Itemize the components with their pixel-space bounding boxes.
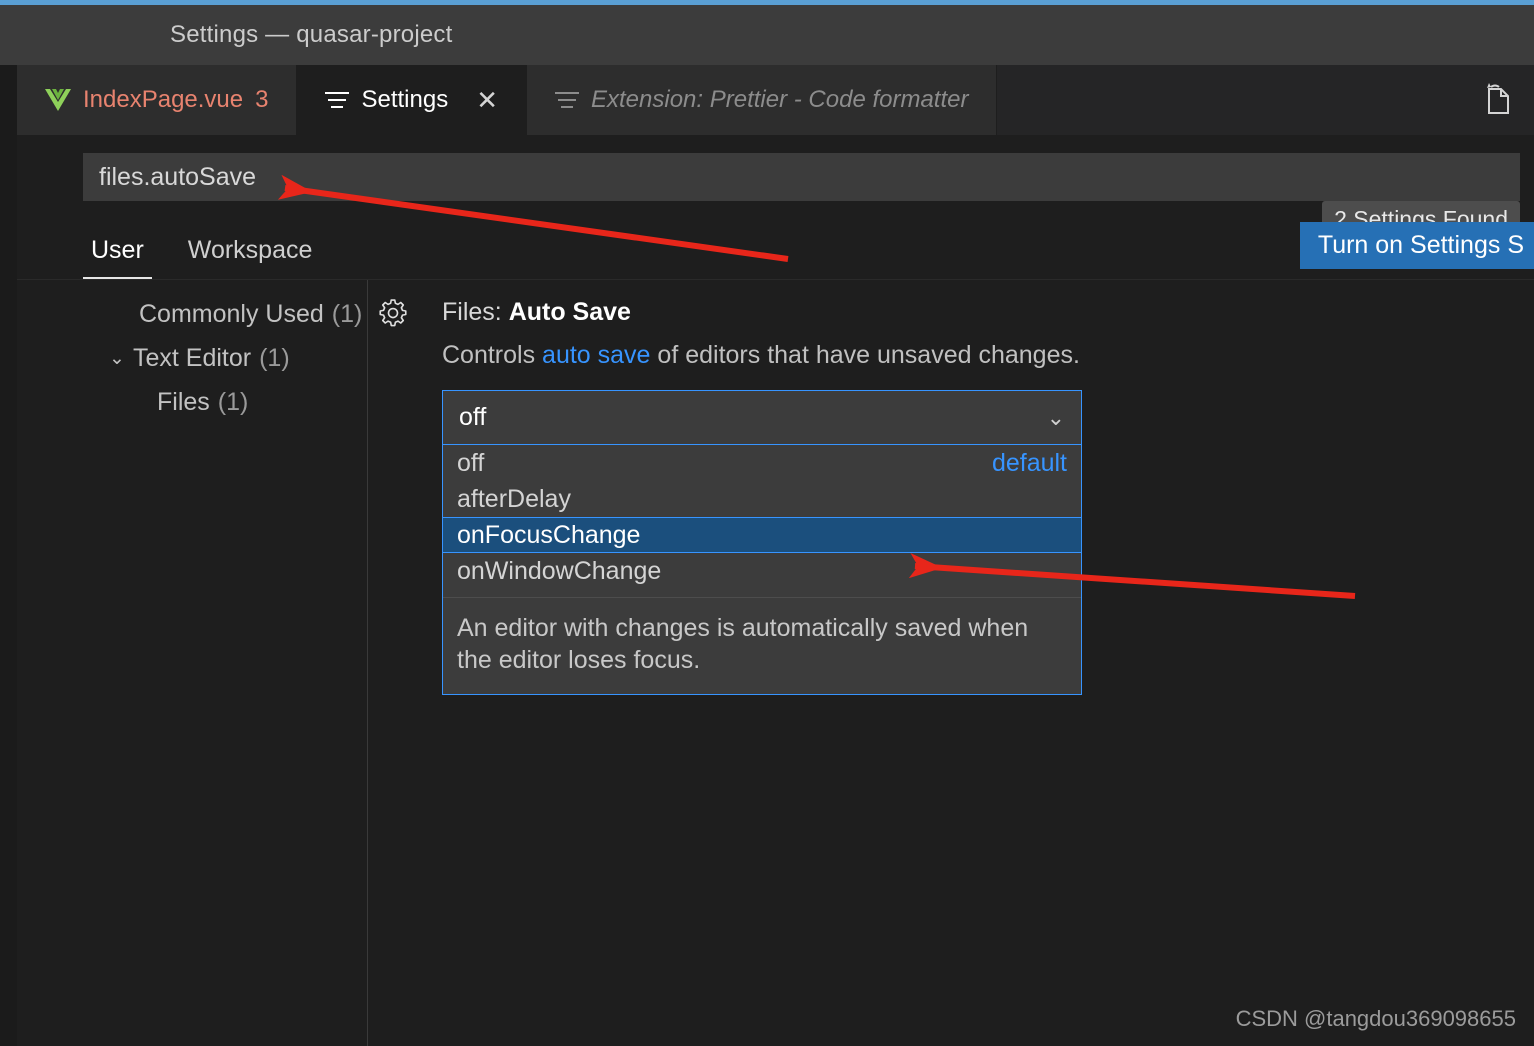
combobox-dropdown: off default afterDelay onFocusChange onW…	[442, 445, 1082, 695]
window-title: Settings — quasar-project	[170, 21, 453, 48]
tab-label: Settings	[361, 86, 449, 113]
search-input[interactable]	[83, 153, 1520, 201]
combobox-option-off[interactable]: off default	[443, 445, 1081, 481]
auto-save-combobox: off ⌄ off default afterDelay onFocusChan…	[442, 390, 1082, 695]
search-row: 2 Settings Found	[17, 153, 1534, 238]
tab-settings[interactable]: Settings ✕	[297, 65, 527, 135]
setting-gear-gutter	[368, 280, 417, 1046]
settings-body: Commonly Used (1) ⌄ Text Editor (1) File…	[17, 279, 1534, 1046]
vue-icon	[45, 89, 71, 111]
tab-error-badge: 3	[255, 86, 269, 113]
combobox-option-on-window-change[interactable]: onWindowChange	[443, 553, 1081, 589]
setting-description: Controls auto save of editors that have …	[442, 341, 1534, 370]
option-label: onFocusChange	[457, 520, 641, 549]
tab-label: IndexPage.vue	[83, 86, 244, 113]
toc-item-count: (1)	[217, 387, 249, 416]
tab-extension-prettier[interactable]: Extension: Prettier - Code formatter	[527, 65, 998, 135]
chevron-down-icon[interactable]: ⌄	[1047, 405, 1065, 431]
setting-title-name: Auto Save	[508, 298, 631, 326]
toc-item-count: (1)	[259, 343, 290, 372]
combobox-trigger[interactable]: off ⌄	[442, 390, 1082, 445]
title-bar: Settings — quasar-project	[0, 5, 1534, 65]
scope-tab-row: User Workspace Turn on Settings S	[17, 201, 1534, 279]
gear-icon[interactable]	[378, 298, 408, 1046]
combobox-option-description: An editor with changes is automatically …	[457, 614, 1029, 674]
tab-workspace-label: Workspace	[187, 236, 313, 264]
settings-list-icon	[555, 91, 579, 109]
toc-item-label: Commonly Used	[139, 299, 324, 328]
close-icon[interactable]: ✕	[476, 87, 498, 113]
toc-item-text-editor[interactable]: ⌄ Text Editor (1)	[17, 336, 367, 380]
split-editor-icon[interactable]	[1480, 81, 1510, 120]
description-link[interactable]: auto save	[542, 341, 650, 369]
watermark: CSDN @tangdou369098655	[1235, 1006, 1516, 1031]
description-after: of editors that have unsaved changes.	[650, 341, 1080, 369]
settings-table-of-contents: Commonly Used (1) ⌄ Text Editor (1) File…	[17, 280, 368, 1046]
tab-workspace[interactable]: Workspace	[180, 236, 321, 279]
option-label: onWindowChange	[457, 556, 662, 585]
settings-header: 2 Settings Found User Workspace Turn on …	[17, 135, 1534, 279]
tab-user[interactable]: User	[83, 236, 152, 279]
editor-tab-bar: IndexPage.vue 3 Settings ✕ Extension: Pr…	[17, 65, 1534, 135]
toc-item-label: Files	[157, 387, 210, 416]
toc-item-count: (1)	[331, 299, 363, 328]
settings-list-icon	[325, 91, 350, 109]
tab-label: Extension: Prettier - Code formatter	[591, 86, 969, 113]
tab-index-page-vue[interactable]: IndexPage.vue 3	[17, 65, 298, 135]
combobox-option-after-delay[interactable]: afterDelay	[443, 481, 1081, 517]
description-before: Controls	[442, 341, 543, 369]
settings-detail-list: Files: Auto Save Controls auto save of e…	[417, 280, 1534, 1046]
toc-item-commonly-used[interactable]: Commonly Used (1)	[17, 292, 367, 336]
editor-actions	[1480, 65, 1534, 135]
chevron-down-icon[interactable]: ⌄	[103, 347, 131, 370]
tab-user-label: User	[91, 236, 144, 264]
toc-item-label: Text Editor	[133, 343, 252, 372]
combobox-value: off	[459, 403, 487, 431]
combobox-option-on-focus-change[interactable]: onFocusChange	[443, 517, 1081, 553]
editor-area: IndexPage.vue 3 Settings ✕ Extension: Pr…	[17, 65, 1534, 1046]
activity-bar[interactable]	[0, 65, 17, 1046]
option-default-tag: default	[991, 448, 1067, 477]
window-body: IndexPage.vue 3 Settings ✕ Extension: Pr…	[0, 65, 1534, 1046]
toc-item-files[interactable]: Files (1)	[17, 380, 367, 424]
tab-bar-spacer	[997, 65, 1480, 135]
setting-title-prefix: Files:	[442, 298, 509, 326]
option-label: off	[457, 448, 485, 477]
vscode-window: Settings — quasar-project IndexPage.vue …	[0, 0, 1534, 1046]
turn-on-settings-sync-button[interactable]: Turn on Settings S	[1299, 222, 1534, 269]
option-label: afterDelay	[457, 484, 571, 513]
setting-title: Files: Auto Save	[442, 298, 1534, 327]
